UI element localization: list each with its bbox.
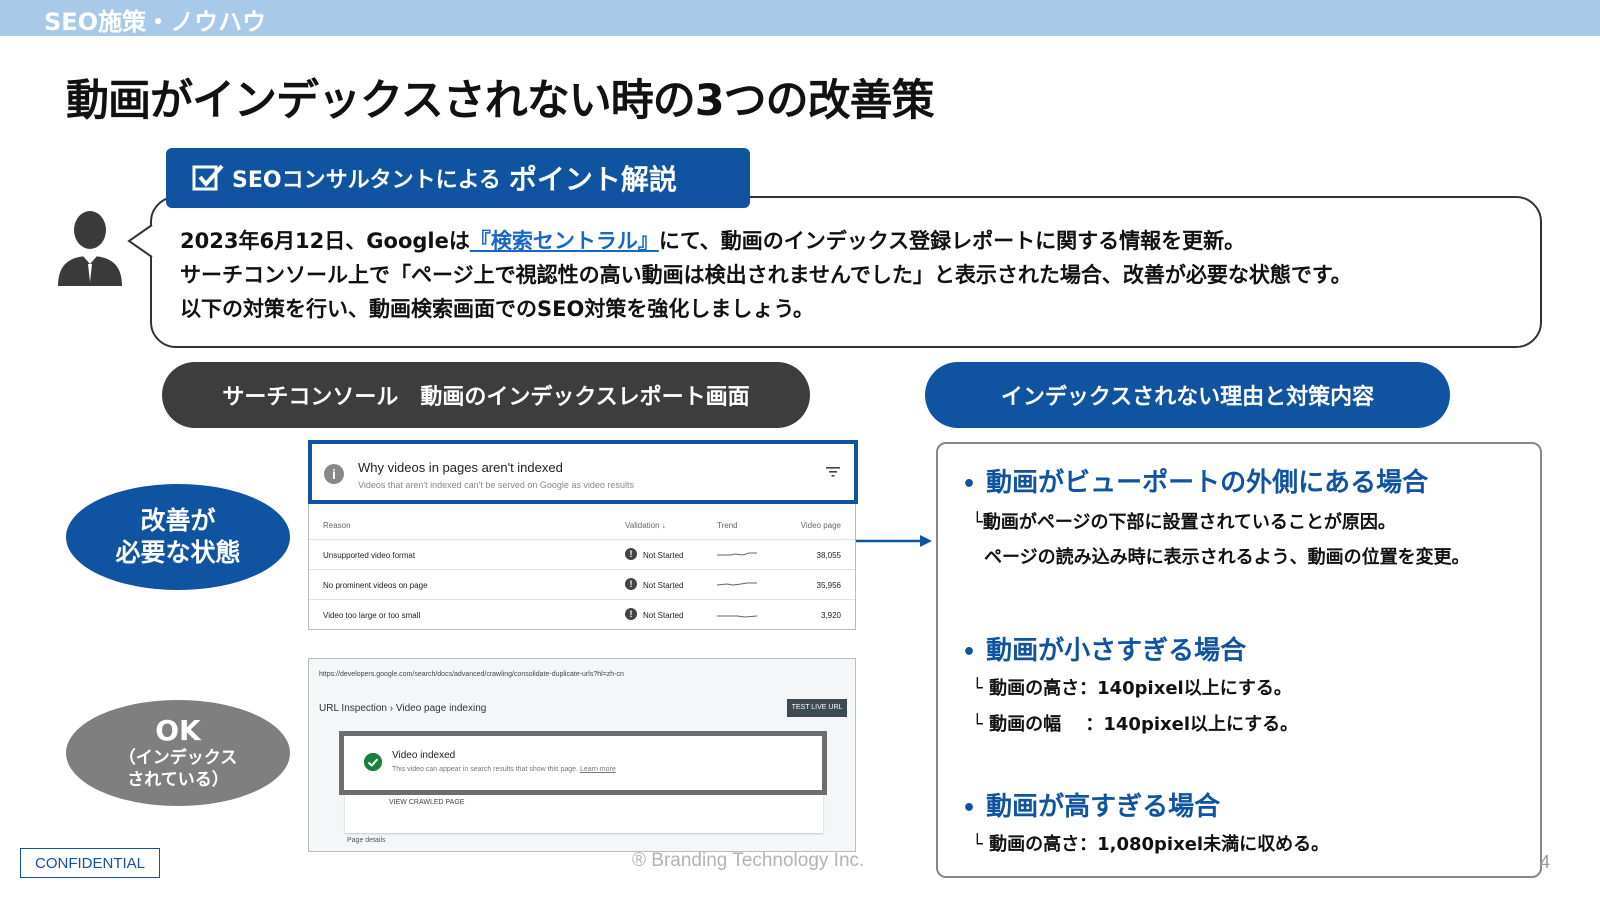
arrow-right-icon: [856, 535, 932, 547]
search-central-link[interactable]: 『検索セントラル』: [470, 229, 659, 253]
comment-line-2: サーチコンソール上で「ページ上で視認性の高い動画は検出されませんでした」と表示さ…: [180, 263, 1352, 287]
badge-label-small: SEOコンサルタントによる: [232, 168, 501, 193]
col-validation[interactable]: Validation ↓: [625, 521, 666, 530]
table-row[interactable]: Unsupported video format ! Not Started 3…: [309, 539, 855, 569]
copyright: ® Branding Technology Inc.: [632, 850, 865, 871]
trend-sparkline: [717, 615, 757, 618]
measure-text: └ 動画の高さ：1,080pixel未満に収める。: [972, 834, 1330, 855]
checkbox-icon: [192, 164, 224, 191]
indexed-ok-label: OK （インデックス されている）: [66, 700, 290, 806]
consultant-point-badge: SEOコンサルタントによる ポイント解説: [166, 148, 750, 208]
video-indexed-highlight: Video indexed This video can appear in s…: [339, 731, 827, 795]
page-number: 4: [1540, 852, 1551, 872]
consultant-comment: 2023年6月12日、Googleは『検索セントラル』にて、動画のインデックス登…: [180, 224, 1352, 326]
comment-line-1: 2023年6月12日、Googleは『検索セントラル』にて、動画のインデックス登…: [180, 229, 1246, 253]
table-row[interactable]: Video too large or too small ! Not Start…: [309, 599, 855, 629]
video-index-report-screenshot: i Why videos in pages aren't indexed Vid…: [308, 440, 858, 630]
report-title: Why videos in pages aren't indexed: [358, 460, 563, 475]
category-label: SEO施策・ノウハウ: [44, 8, 267, 36]
measures-panel: • 動画がビューポートの外側にある場合 └動画がページの下部に設置されていることが…: [936, 442, 1542, 878]
measure-text: ページの読み込み時に表示されるよう、動画の位置を変更。: [984, 547, 1470, 568]
alert-icon: !: [625, 578, 637, 590]
page-title: 動画がインデックスされない時の3つの改善策: [66, 76, 935, 126]
view-crawled-page-button[interactable]: VIEW CRAWLED PAGE: [389, 799, 464, 806]
page-details-label: Page details: [347, 837, 386, 844]
col-reason: Reason: [323, 521, 351, 530]
inspected-url: https://developers.google.com/search/doc…: [319, 671, 624, 678]
comment-line-3: 以下の対策を行い、動画検索画面でのSEO対策を強化しましょう。: [180, 297, 815, 321]
search-console-heading: サーチコンソール 動画のインデックスレポート画面: [162, 362, 810, 428]
consultant-avatar-icon: [58, 211, 122, 286]
learn-more-link[interactable]: Learn more: [580, 766, 616, 773]
url-inspection-screenshot: https://developers.google.com/search/doc…: [308, 658, 856, 852]
category-bar: SEO施策・ノウハウ: [0, 0, 1600, 36]
info-icon: i: [324, 464, 344, 484]
report-subtitle: Videos that aren't indexed can't be serv…: [358, 480, 634, 490]
video-indexed-status: Video indexed: [392, 750, 456, 761]
col-video-pages: Video page: [800, 521, 841, 530]
measure-heading-too-tall: • 動画が高すぎる場合: [962, 792, 1221, 822]
trend-sparkline: [717, 582, 757, 586]
measure-text: └ 動画の高さ：140pixel以上にする。: [972, 678, 1292, 699]
trend-sparkline: [717, 552, 757, 556]
check-circle-icon: [364, 753, 382, 771]
filter-icon[interactable]: [826, 466, 840, 478]
report-header: i Why videos in pages aren't indexed Vid…: [308, 440, 858, 504]
reasons-heading: インデックスされない理由と対策内容: [925, 362, 1450, 428]
test-live-url-button[interactable]: TEST LIVE URL: [787, 699, 847, 717]
col-trend: Trend: [717, 521, 738, 530]
speech-bubble-tail: [127, 224, 153, 258]
measure-heading-viewport: • 動画がビューポートの外側にある場合: [962, 468, 1429, 498]
inspection-breadcrumb: URL Inspection › Video page indexing: [319, 703, 487, 714]
measure-text: └動画がページの下部に設置されていることが原因。: [972, 512, 1396, 533]
measure-heading-too-small: • 動画が小さすぎる場合: [962, 636, 1247, 666]
video-indexed-description: This video can appear in search results …: [392, 766, 616, 773]
badge-label-big: ポイント解説: [508, 163, 677, 196]
measure-text: └ 動画の幅 ：140pixel以上にする。: [972, 714, 1299, 735]
confidential-label: CONFIDENTIAL: [20, 848, 160, 878]
table-row[interactable]: No prominent videos on page ! Not Starte…: [309, 569, 855, 599]
alert-icon: !: [625, 548, 637, 560]
needs-improvement-label: 改善が 必要な状態: [66, 484, 290, 590]
alert-icon: !: [625, 608, 637, 620]
